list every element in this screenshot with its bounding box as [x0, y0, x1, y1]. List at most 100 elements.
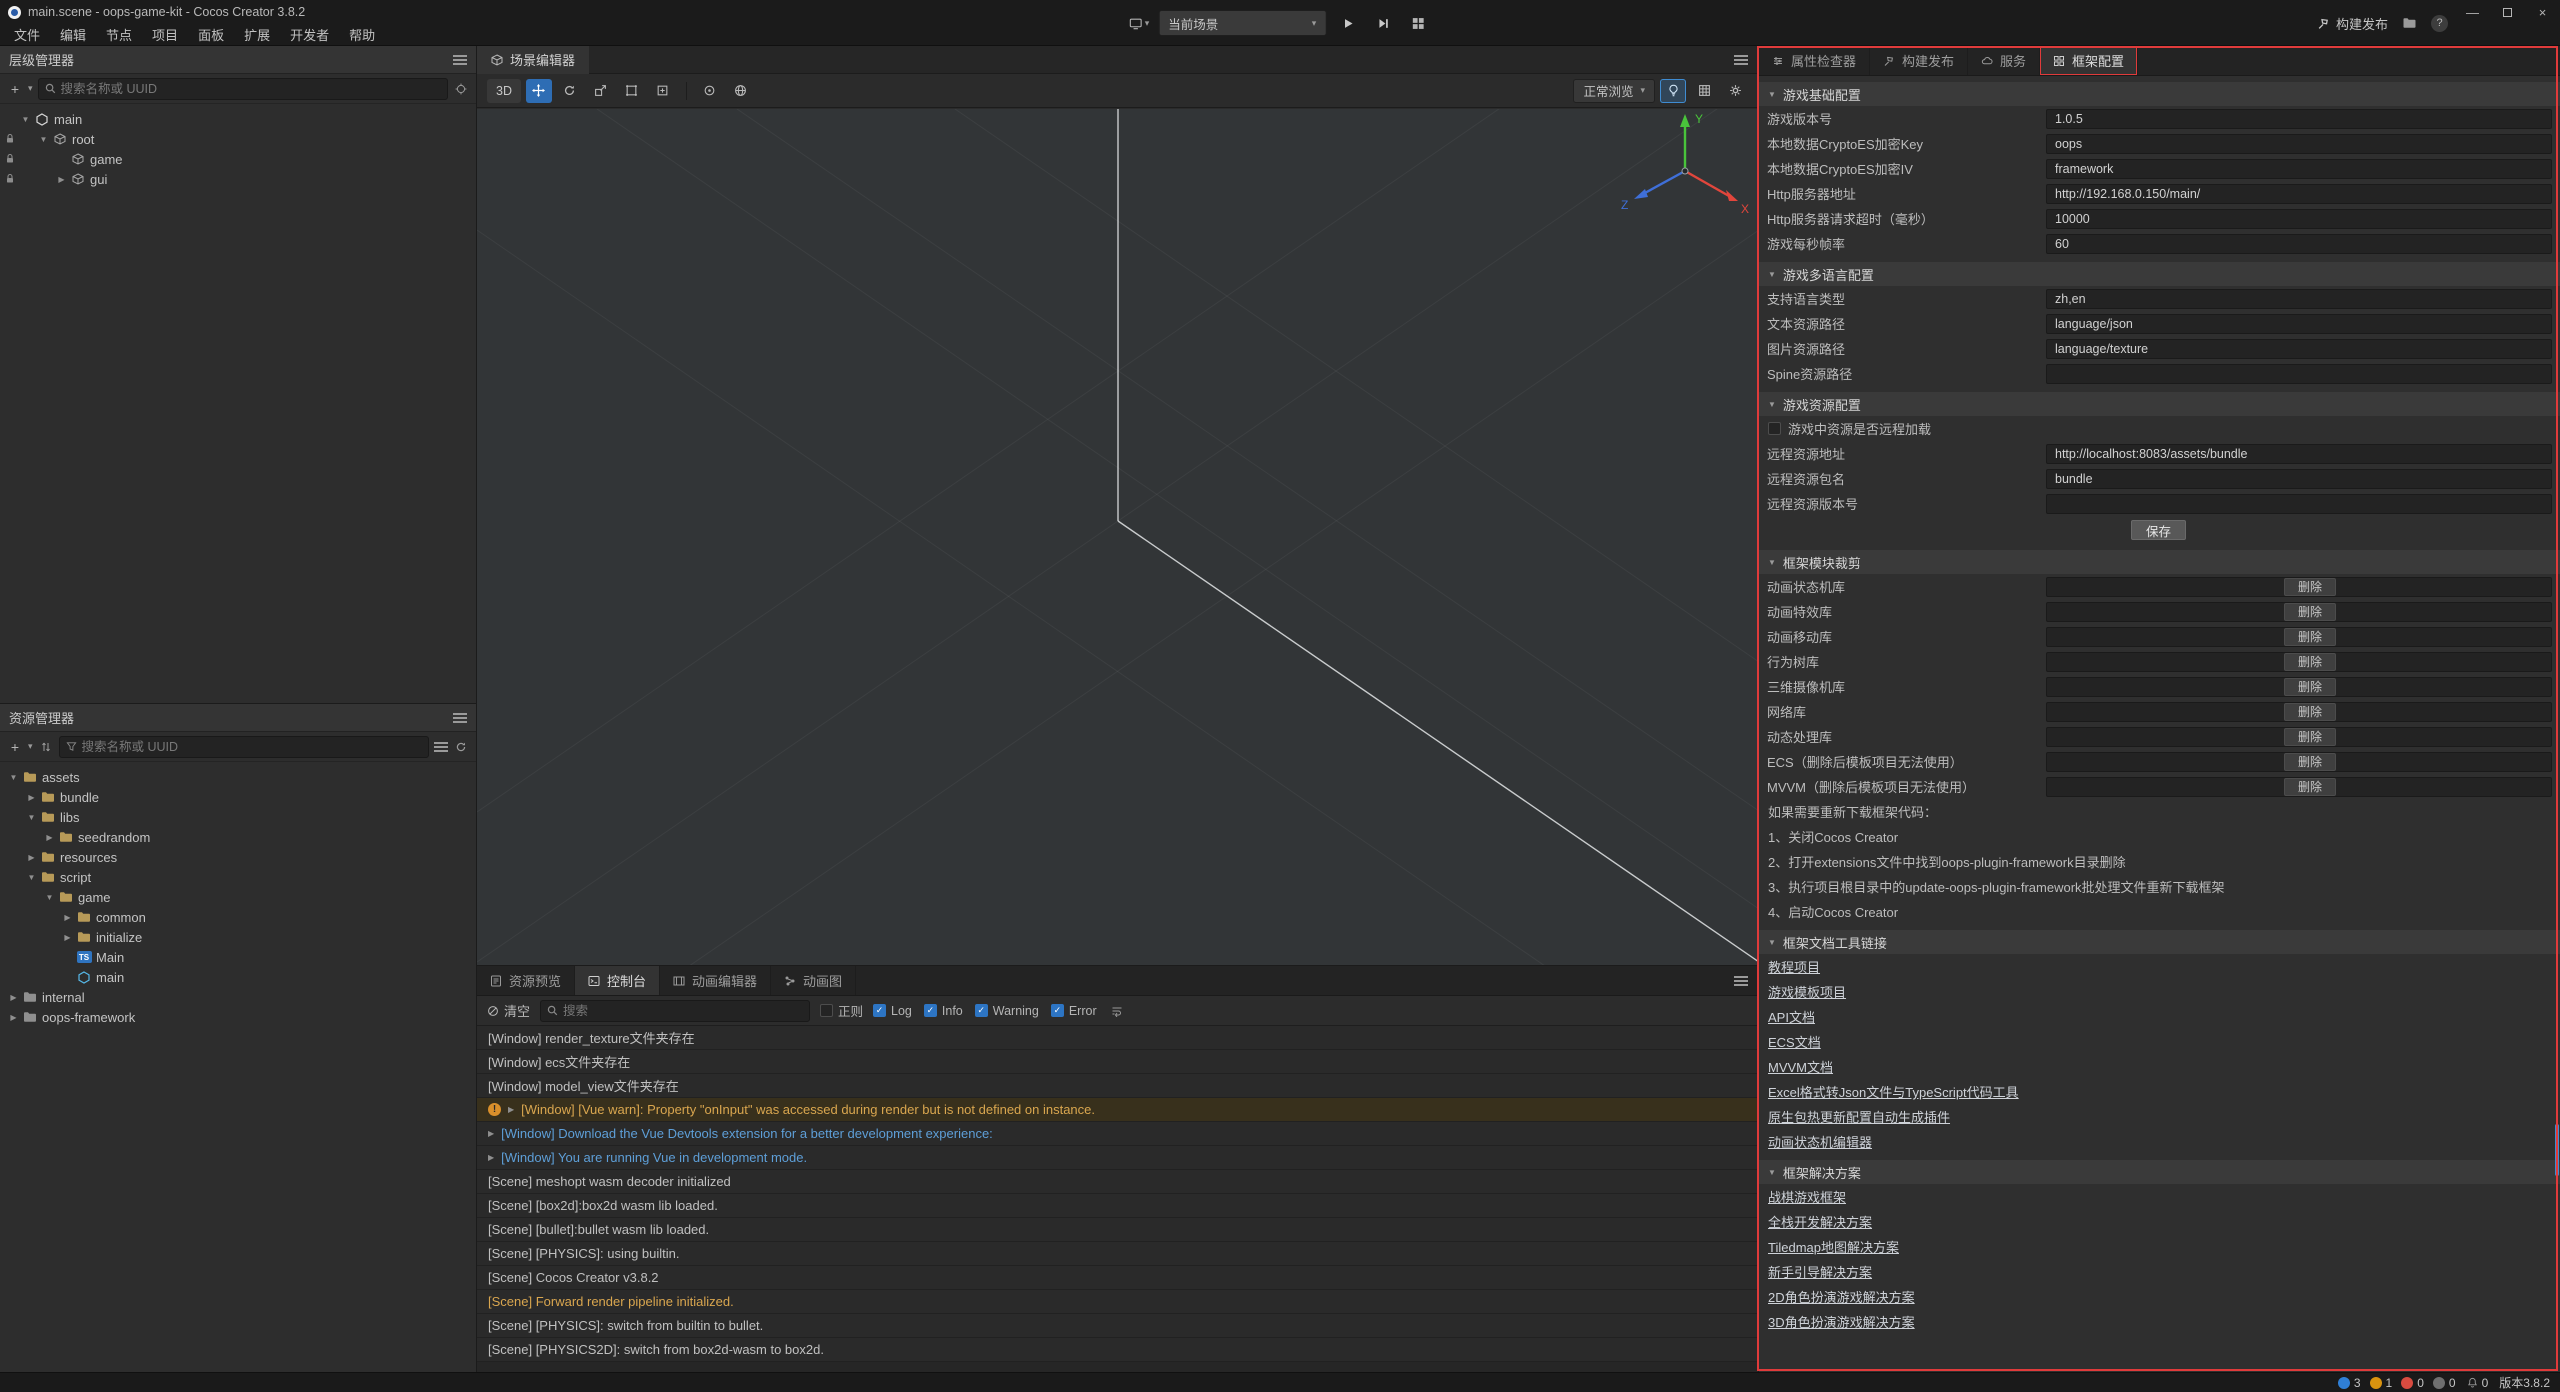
field-value-input[interactable] [2046, 494, 2552, 514]
minimize-button[interactable]: — [2455, 0, 2490, 24]
asset-row[interactable]: ▶bundle [0, 787, 476, 807]
delete-button[interactable]: 删除 [2284, 678, 2336, 696]
menu-item[interactable]: 项目 [142, 23, 188, 46]
console-log-row[interactable]: [Scene] meshopt wasm decoder initialized [477, 1170, 1758, 1194]
field-value-input[interactable]: zh,en [2046, 289, 2552, 309]
chevron-down-icon[interactable]: ▼ [18, 115, 33, 124]
checkbox-icon[interactable]: ✓ [873, 1004, 886, 1017]
console-log-row[interactable]: [Scene] [PHYSICS]: using builtin. [477, 1242, 1758, 1266]
console-log-row[interactable]: [Scene] Forward render pipeline initiali… [477, 1290, 1758, 1314]
asset-row[interactable]: ▶internal [0, 987, 476, 1007]
remote-load-checkbox-row[interactable]: 游戏中资源是否远程加载 [1759, 416, 2560, 441]
message-counter[interactable]: 0 [2467, 1376, 2489, 1390]
asset-row[interactable]: ▶resources [0, 847, 476, 867]
lock-icon[interactable] [5, 153, 15, 164]
lock-icon[interactable] [5, 133, 15, 144]
wrap-lines-icon[interactable] [1109, 1001, 1125, 1021]
console-filter-log[interactable]: ✓Log [873, 1004, 912, 1018]
console-search-input[interactable] [563, 1004, 803, 1018]
clear-console-button[interactable]: 清空 [487, 1001, 530, 1020]
chevron-right-icon[interactable]: ▶ [6, 1013, 21, 1022]
chevron-right-icon[interactable]: ▶ [60, 913, 75, 922]
assets-list-mode-icon[interactable] [434, 742, 448, 752]
expand-arrow-icon[interactable]: ▶ [508, 1105, 514, 1114]
section-header[interactable]: ▼框架模块裁剪 [1759, 550, 2560, 574]
menu-item[interactable]: 扩展 [234, 23, 280, 46]
status-badge-2[interactable]: 1 [2370, 1376, 2393, 1390]
scene-folder-icon[interactable] [2402, 17, 2417, 29]
field-value-input[interactable]: framework [2046, 159, 2552, 179]
move-tool-button[interactable] [526, 79, 552, 103]
doc-link[interactable]: 战棋游戏框架 [1768, 1187, 1846, 1206]
assets-search-input[interactable] [82, 740, 422, 754]
sort-assets-icon[interactable] [38, 737, 54, 757]
console-log-row[interactable]: [Window] model_view文件夹存在 [477, 1074, 1758, 1098]
help-icon[interactable]: ? [2431, 15, 2448, 32]
checkbox-icon[interactable]: ✓ [975, 1004, 988, 1017]
chevron-down-icon[interactable]: ▼ [42, 893, 57, 902]
close-button[interactable]: × [2525, 0, 2560, 24]
asset-row[interactable]: ▶seedrandom [0, 827, 476, 847]
status-badge-4[interactable]: 0 [2433, 1376, 2456, 1390]
doc-link[interactable]: 动画状态机编辑器 [1768, 1132, 1872, 1151]
world-local-toggle-button[interactable] [728, 79, 754, 103]
hierarchy-row[interactable]: ▼root [0, 129, 476, 149]
panel-menu-icon[interactable] [1734, 976, 1748, 986]
doc-link[interactable]: ECS文档 [1768, 1032, 1821, 1051]
checkbox-icon[interactable]: ✓ [1051, 1004, 1064, 1017]
scene-select-dropdown[interactable]: 当前场景 ▾ [1158, 10, 1326, 36]
menu-item[interactable]: 帮助 [339, 23, 385, 46]
asset-row[interactable]: ▼game [0, 887, 476, 907]
refresh-icon[interactable] [453, 737, 469, 757]
panel-menu-icon[interactable] [1734, 55, 1748, 65]
asset-row[interactable]: ▶initialize [0, 927, 476, 947]
build-publish-button[interactable]: 构建发布 [2317, 14, 2388, 33]
asset-row[interactable]: ▶common [0, 907, 476, 927]
hierarchy-row[interactable]: ▼main [0, 109, 476, 129]
delete-button[interactable]: 删除 [2284, 578, 2336, 596]
pivot-toggle-button[interactable] [697, 79, 723, 103]
field-value-input[interactable]: bundle [2046, 469, 2552, 489]
scene-editor-tab[interactable]: 场景编辑器 [477, 46, 589, 74]
scale-tool-button[interactable] [588, 79, 614, 103]
menu-item[interactable]: 文件 [4, 23, 50, 46]
field-value-input[interactable]: language/json [2046, 314, 2552, 334]
3d-mode-toggle[interactable]: 3D [487, 79, 521, 103]
rect-tool-button[interactable] [619, 79, 645, 103]
delete-button[interactable]: 删除 [2284, 653, 2336, 671]
checkbox-icon[interactable]: ✓ [924, 1004, 937, 1017]
maximize-button[interactable] [2490, 0, 2525, 24]
chevron-right-icon[interactable]: ▶ [60, 933, 75, 942]
doc-link[interactable]: 2D角色扮演游戏解决方案 [1768, 1287, 1915, 1306]
doc-link[interactable]: MVVM文档 [1768, 1057, 1833, 1076]
inspector-tab-2[interactable]: 构建发布 [1870, 46, 1968, 75]
console-log-row[interactable]: ▶[Window] You are running Vue in develop… [477, 1146, 1758, 1170]
section-header[interactable]: ▼游戏资源配置 [1759, 392, 2560, 416]
doc-link[interactable]: API文档 [1768, 1007, 1815, 1026]
regex-toggle[interactable]: 正则 [820, 1001, 863, 1020]
expand-arrow-icon[interactable]: ▶ [488, 1153, 494, 1162]
menu-item[interactable]: 编辑 [50, 23, 96, 46]
scene-light-toggle[interactable] [1660, 79, 1686, 103]
expand-arrow-icon[interactable]: ▶ [488, 1129, 494, 1138]
chevron-down-icon[interactable]: ▼ [6, 773, 21, 782]
scene-grid-toggle[interactable] [1691, 79, 1717, 103]
delete-button[interactable]: 删除 [2284, 628, 2336, 646]
scene-viewport[interactable]: Y X Z [477, 109, 1758, 965]
save-button[interactable]: 保存 [2131, 520, 2186, 540]
hierarchy-search-input[interactable] [61, 82, 441, 96]
menu-item[interactable]: 节点 [96, 23, 142, 46]
delete-button[interactable]: 删除 [2284, 728, 2336, 746]
delete-button[interactable]: 删除 [2284, 703, 2336, 721]
console-log-row[interactable]: [Scene] [box2d]:box2d wasm lib loaded. [477, 1194, 1758, 1218]
panel-menu-icon[interactable] [453, 55, 467, 65]
hierarchy-filter-icon[interactable] [453, 79, 469, 99]
delete-button[interactable]: 删除 [2284, 778, 2336, 796]
add-node-caret-icon[interactable]: ▾ [28, 83, 33, 94]
console-filter-warning[interactable]: ✓Warning [975, 1004, 1039, 1018]
doc-link[interactable]: Excel格式转Json文件与TypeScript代码工具 [1768, 1082, 2019, 1101]
scene-settings-gear-icon[interactable] [1722, 79, 1748, 103]
doc-link[interactable]: 原生包热更新配置自动生成插件 [1768, 1107, 1950, 1126]
play-button[interactable] [1335, 10, 1361, 36]
chevron-down-icon[interactable]: ▼ [24, 873, 39, 882]
